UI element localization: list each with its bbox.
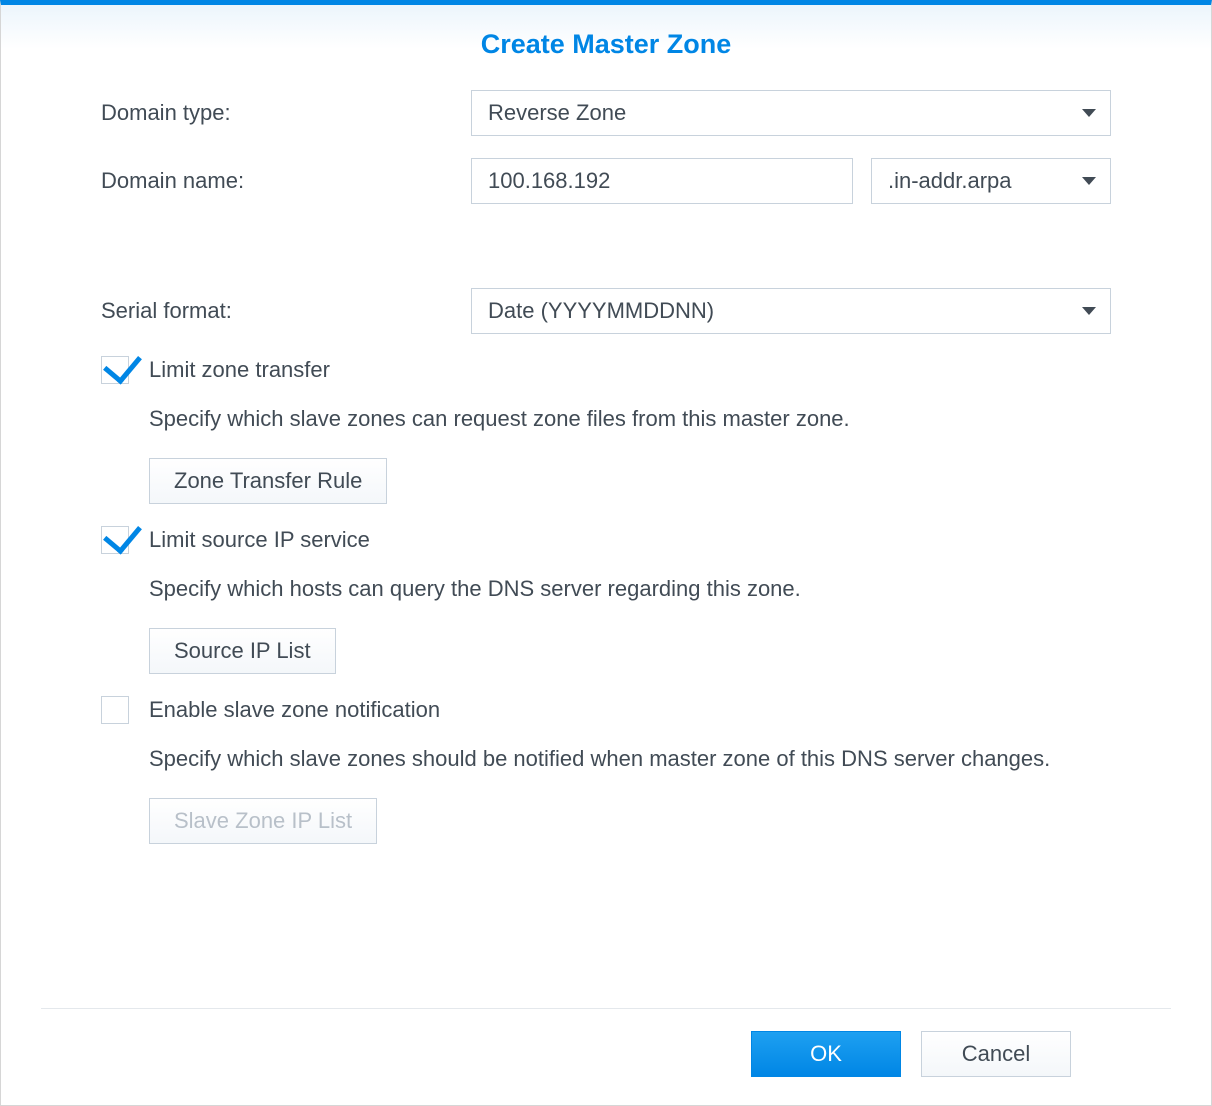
cancel-button[interactable]: Cancel — [921, 1031, 1071, 1077]
chevron-down-icon — [1082, 177, 1096, 185]
enable-slave-notification-checkbox[interactable] — [101, 696, 129, 724]
chevron-down-icon — [1082, 307, 1096, 315]
dialog-body: Domain type: Reverse Zone Domain name: .… — [1, 68, 1211, 1008]
domain-name-input[interactable] — [471, 158, 853, 204]
enable-slave-notification-label[interactable]: Enable slave zone notification — [149, 697, 440, 723]
domain-type-value: Reverse Zone — [488, 100, 626, 126]
domain-suffix-select[interactable]: .in-addr.arpa — [871, 158, 1111, 204]
limit-zone-transfer-label[interactable]: Limit zone transfer — [149, 357, 330, 383]
serial-format-row: Serial format: Date (YYYYMMDDNN) — [101, 288, 1111, 334]
domain-suffix-value: .in-addr.arpa — [888, 168, 1012, 194]
domain-type-row: Domain type: Reverse Zone — [101, 90, 1111, 136]
ok-button[interactable]: OK — [751, 1031, 901, 1077]
domain-type-select[interactable]: Reverse Zone — [471, 90, 1111, 136]
chevron-down-icon — [1082, 109, 1096, 117]
create-master-zone-dialog: Create Master Zone Domain type: Reverse … — [0, 0, 1212, 1106]
limit-zone-transfer-description: Specify which slave zones can request zo… — [149, 402, 1111, 436]
enable-slave-notification-description: Specify which slave zones should be noti… — [149, 742, 1111, 776]
dialog-title: Create Master Zone — [1, 5, 1211, 68]
limit-source-ip-checkbox[interactable] — [101, 526, 129, 554]
enable-slave-notification-row: Enable slave zone notification — [101, 696, 1111, 724]
slave-zone-ip-list-button: Slave Zone IP List — [149, 798, 377, 844]
dialog-footer: OK Cancel — [41, 1008, 1171, 1105]
serial-format-label: Serial format: — [101, 298, 471, 324]
serial-format-select[interactable]: Date (YYYYMMDDNN) — [471, 288, 1111, 334]
limit-zone-transfer-row: Limit zone transfer — [101, 356, 1111, 384]
domain-name-label: Domain name: — [101, 168, 471, 194]
limit-source-ip-row: Limit source IP service — [101, 526, 1111, 554]
limit-source-ip-label[interactable]: Limit source IP service — [149, 527, 370, 553]
domain-type-label: Domain type: — [101, 100, 471, 126]
serial-format-value: Date (YYYYMMDDNN) — [488, 298, 714, 324]
limit-source-ip-description: Specify which hosts can query the DNS se… — [149, 572, 1111, 606]
domain-name-row: Domain name: .in-addr.arpa — [101, 158, 1111, 204]
source-ip-list-button[interactable]: Source IP List — [149, 628, 336, 674]
limit-zone-transfer-checkbox[interactable] — [101, 356, 129, 384]
zone-transfer-rule-button[interactable]: Zone Transfer Rule — [149, 458, 387, 504]
